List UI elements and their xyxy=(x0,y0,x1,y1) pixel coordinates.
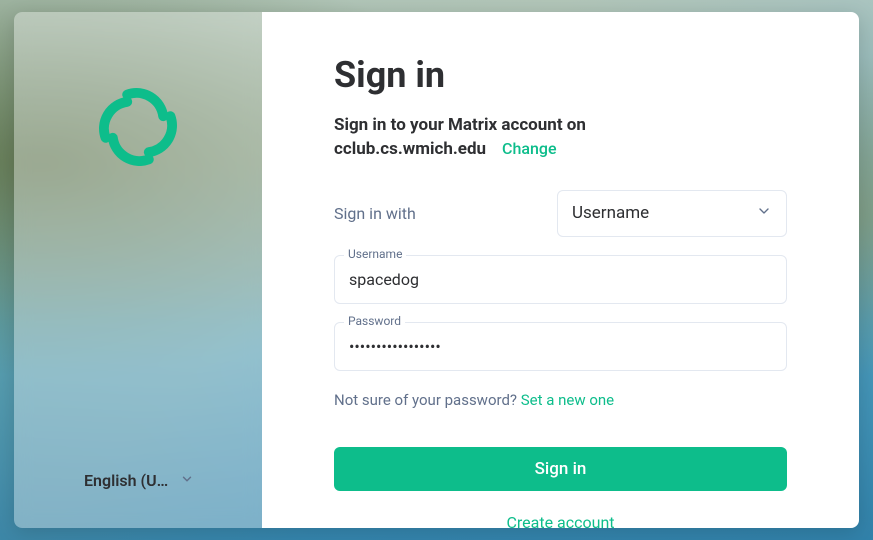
element-logo-icon xyxy=(93,82,183,172)
method-selected-label: Username xyxy=(572,203,649,223)
signin-with-label: Sign in with xyxy=(334,204,416,223)
password-input[interactable] xyxy=(334,322,787,371)
password-label: Password xyxy=(344,314,405,328)
username-input[interactable] xyxy=(334,255,787,304)
chevron-down-icon xyxy=(180,471,194,490)
change-server-link[interactable]: Change xyxy=(502,139,557,158)
signin-form: Sign in Sign in to your Matrix account o… xyxy=(262,12,859,528)
language-label: English (U… xyxy=(84,471,168,490)
language-selector[interactable]: English (U… xyxy=(84,471,194,490)
chevron-down-icon xyxy=(756,203,772,224)
auth-card: English (U… Sign in Sign in to your Matr… xyxy=(14,12,859,528)
password-field-container: Password xyxy=(334,322,787,371)
username-field-container: Username xyxy=(334,255,787,304)
server-name: cclub.cs.wmich.edu xyxy=(334,138,486,162)
signin-method-select[interactable]: Username xyxy=(557,190,787,237)
password-hint: Not sure of your password? Set a new one xyxy=(334,391,787,409)
signin-button[interactable]: Sign in xyxy=(334,447,787,491)
username-label: Username xyxy=(344,247,406,261)
page-title: Sign in xyxy=(334,54,787,96)
password-reset-link[interactable]: Set a new one xyxy=(521,391,614,409)
server-info: Sign in to your Matrix account on cclub.… xyxy=(334,114,787,162)
left-panel: English (U… xyxy=(14,12,262,528)
create-account-link[interactable]: Create account xyxy=(334,513,787,528)
subheading-prefix: Sign in to your Matrix account on xyxy=(334,114,787,138)
signin-method-row: Sign in with Username xyxy=(334,190,787,237)
password-hint-text: Not sure of your password? xyxy=(334,391,521,409)
